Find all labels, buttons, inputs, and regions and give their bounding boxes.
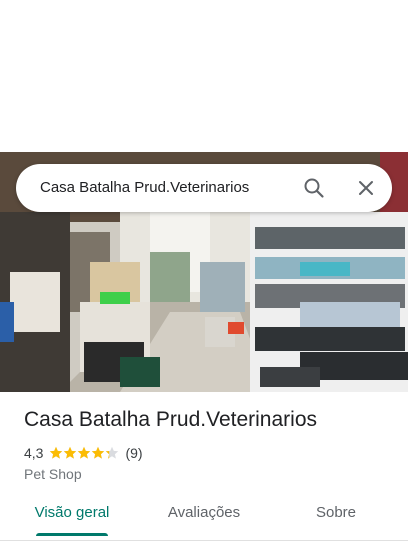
review-count[interactable]: (9) [125,445,142,461]
rating-row[interactable]: 4,3 (9) [24,444,143,462]
blank-header-area [0,0,408,152]
search-bar[interactable]: Casa Batalha Prud.Veterinarios [16,164,392,212]
tab-reviews[interactable]: Avaliações [160,496,248,532]
place-tabs: Visão geral Avaliações Sobre [0,496,408,536]
star-icon [92,446,105,459]
rating-value: 4,3 [24,445,44,461]
star-icon [106,446,119,459]
star-icon [64,446,77,459]
tabs-divider [0,540,408,541]
close-icon[interactable] [354,176,378,200]
star-icon [50,446,63,459]
search-icon[interactable] [302,176,326,200]
star-rating [49,446,119,460]
place-category[interactable]: Pet Shop [24,466,82,482]
star-icon [78,446,91,459]
active-tab-indicator [36,533,108,536]
tab-overview[interactable]: Visão geral [28,496,116,532]
search-input[interactable]: Casa Batalha Prud.Veterinarios [40,164,290,212]
place-title: Casa Batalha Prud.Veterinarios [24,408,318,431]
tab-about[interactable]: Sobre [306,496,366,532]
